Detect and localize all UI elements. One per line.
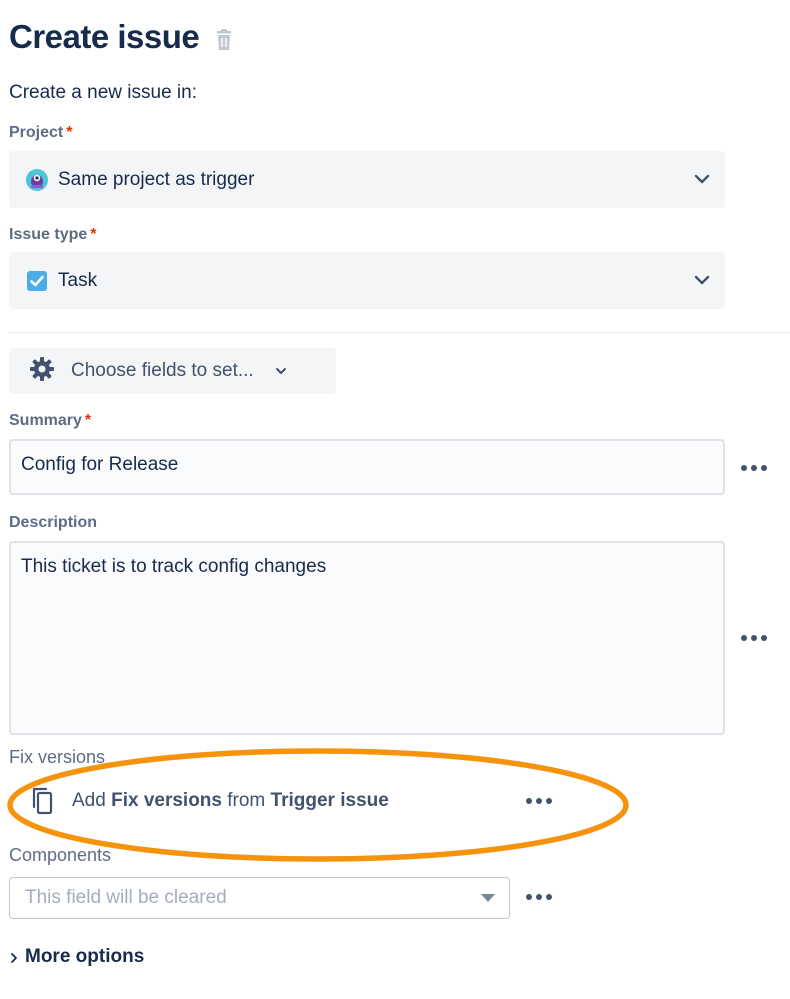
section-divider	[9, 332, 790, 333]
description-more-icon[interactable]	[740, 634, 770, 644]
more-options-label: More options	[25, 946, 145, 967]
title-row: Create issue	[9, 18, 233, 56]
required-mark: *	[66, 124, 73, 141]
choose-fields-label: Choose fields to set...	[71, 360, 254, 381]
components-more-icon[interactable]	[525, 893, 555, 903]
fix-text-field: Fix versions	[111, 790, 222, 811]
fix-versions-text: Add Fix versions from Trigger issue	[72, 790, 389, 812]
required-mark: *	[84, 412, 92, 429]
more-options-toggle[interactable]: More options	[9, 946, 144, 968]
description-label: Description	[9, 514, 98, 531]
project-select[interactable]: Same project as trigger	[9, 151, 725, 208]
issue-type-label-text: Issue type	[9, 226, 88, 243]
fix-text-mid: from	[221, 790, 271, 811]
summary-more-icon[interactable]	[740, 464, 770, 474]
issue-type-select[interactable]: Task	[9, 252, 725, 309]
chevron-down-icon	[693, 271, 711, 289]
create-issue-panel: Create issue Create a new issue in: Proj…	[0, 0, 790, 999]
chevron-down-icon	[274, 364, 288, 378]
fix-versions-more-icon[interactable]	[525, 797, 555, 807]
project-value: Same project as trigger	[58, 168, 255, 190]
copy-icon	[30, 787, 54, 815]
chevron-right-icon	[9, 951, 19, 963]
fix-text-pre: Add	[72, 790, 112, 811]
gear-icon	[29, 356, 55, 387]
choose-fields-button[interactable]: Choose fields to set...	[9, 348, 336, 394]
components-placeholder: This field will be cleared	[25, 887, 227, 908]
required-mark: *	[90, 226, 97, 243]
components-label: Components	[9, 845, 112, 865]
project-avatar-icon	[25, 168, 49, 192]
issue-type-value: Task	[58, 269, 98, 291]
summary-label-text: Summary	[9, 412, 82, 429]
summary-input[interactable]: Config for Release	[9, 439, 725, 495]
intro-text: Create a new issue in:	[9, 82, 197, 103]
summary-label: Summary *	[9, 412, 91, 430]
chevron-down-icon	[693, 170, 711, 188]
fix-text-source: Trigger issue	[270, 790, 389, 811]
fix-versions-copy-row[interactable]: Add Fix versions from Trigger issue	[30, 787, 389, 815]
trash-icon[interactable]	[215, 29, 233, 51]
fix-versions-label: Fix versions	[9, 747, 106, 767]
description-textarea[interactable]: This ticket is to track config changes	[9, 541, 725, 735]
project-label-text: Project	[9, 124, 64, 141]
project-label: Project *	[9, 124, 72, 142]
issue-type-label: Issue type *	[9, 226, 97, 244]
caret-down-icon	[481, 894, 495, 902]
task-checkbox-icon	[25, 269, 49, 293]
page-title: Create issue	[9, 18, 200, 55]
components-select[interactable]: This field will be cleared	[9, 877, 510, 919]
